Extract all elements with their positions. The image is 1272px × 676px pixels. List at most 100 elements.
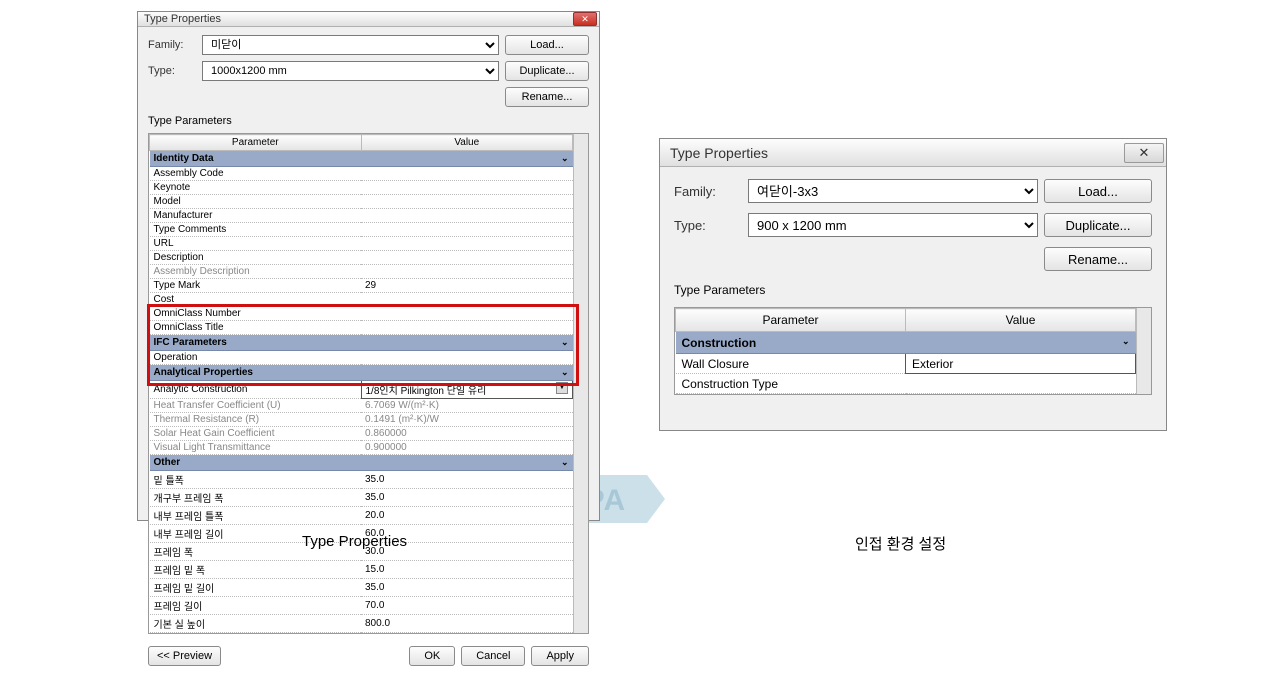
collapse-icon[interactable]: ⌄ <box>1122 336 1130 347</box>
table-row[interactable]: Description <box>150 251 573 265</box>
param-value[interactable] <box>361 293 573 307</box>
param-value[interactable] <box>906 374 1136 394</box>
param-value[interactable] <box>361 167 573 181</box>
group-header[interactable]: Analytical Properties⌄ <box>150 365 573 381</box>
table-row[interactable]: 내부 프레임 틀폭20.0 <box>150 507 573 525</box>
param-value[interactable] <box>361 209 573 223</box>
table-row[interactable]: Manufacturer <box>150 209 573 223</box>
param-name: 프레임 길이 <box>150 597 362 615</box>
type-select[interactable]: 900 x 1200 mm <box>748 213 1038 237</box>
group-construction[interactable]: Construction⌄ <box>676 332 1136 354</box>
table-row[interactable]: 밑 틀폭35.0 <box>150 471 573 489</box>
rename-button[interactable]: Rename... <box>505 87 589 107</box>
table-row[interactable]: Solar Heat Gain Coefficient0.860000 <box>150 427 573 441</box>
table-row[interactable]: Thermal Resistance (R)0.1491 (m²·K)/W <box>150 413 573 427</box>
param-value[interactable]: 15.0 <box>361 561 573 579</box>
table-row[interactable]: Type Mark29 <box>150 279 573 293</box>
table-row[interactable]: Construction Type <box>676 374 1136 394</box>
family-select[interactable]: 여닫이-3x3 <box>748 179 1038 203</box>
parameters-grid[interactable]: Parameter Value Identity Data⌄Assembly C… <box>149 134 573 633</box>
param-value[interactable] <box>361 223 573 237</box>
type-select[interactable]: 1000x1200 mm <box>202 61 499 81</box>
param-value[interactable]: 35.0 <box>361 579 573 597</box>
param-value[interactable] <box>361 321 573 335</box>
load-button[interactable]: Load... <box>505 35 589 55</box>
param-name: Model <box>150 195 362 209</box>
family-select[interactable]: 미닫이 <box>202 35 499 55</box>
col-value[interactable]: Value <box>361 135 573 151</box>
param-name: Heat Transfer Coefficient (U) <box>150 399 362 413</box>
param-value[interactable]: 70.0 <box>361 597 573 615</box>
param-value[interactable]: 0.900000 <box>361 441 573 455</box>
rename-button[interactable]: Rename... <box>1044 247 1152 271</box>
param-value[interactable]: 35.0 <box>361 471 573 489</box>
col-parameter[interactable]: Parameter <box>676 309 906 332</box>
load-button[interactable]: Load... <box>1044 179 1152 203</box>
param-name: Construction Type <box>676 374 906 394</box>
table-row[interactable]: Wall Closure Exterior <box>676 354 1136 374</box>
col-parameter[interactable]: Parameter <box>150 135 362 151</box>
table-row[interactable]: OmniClass Number <box>150 307 573 321</box>
param-value[interactable]: 800.0 <box>361 615 573 633</box>
close-button[interactable]: ✕ <box>573 12 597 26</box>
table-row[interactable]: 프레임 밑 폭15.0 <box>150 561 573 579</box>
duplicate-button[interactable]: Duplicate... <box>1044 213 1152 237</box>
close-button[interactable]: ✕ <box>1124 143 1164 163</box>
table-row[interactable]: Model <box>150 195 573 209</box>
group-header[interactable]: Identity Data⌄ <box>150 151 573 167</box>
group-header[interactable]: IFC Parameters⌄ <box>150 335 573 351</box>
col-value[interactable]: Value <box>906 309 1136 332</box>
table-row[interactable]: Heat Transfer Coefficient (U)6.7069 W/(m… <box>150 399 573 413</box>
param-value[interactable] <box>361 251 573 265</box>
collapse-icon[interactable]: ⌄ <box>561 457 569 468</box>
param-value[interactable]: 29 <box>361 279 573 293</box>
table-row[interactable]: Visual Light Transmittance0.900000 <box>150 441 573 455</box>
param-name: Analytic Construction <box>150 381 362 399</box>
ok-button[interactable]: OK <box>409 646 455 666</box>
table-row[interactable]: 개구부 프레임 폭35.0 <box>150 489 573 507</box>
param-value[interactable]: 0.1491 (m²·K)/W <box>361 413 573 427</box>
param-value[interactable]: 6.7069 W/(m²·K) <box>361 399 573 413</box>
group-header[interactable]: Other⌄ <box>150 455 573 471</box>
table-row[interactable]: Analytic Construction1/8인치 Pilkington 단일… <box>150 381 573 399</box>
param-value[interactable] <box>361 307 573 321</box>
param-value[interactable]: 35.0 <box>361 489 573 507</box>
chevron-down-icon[interactable]: ▼ <box>556 382 568 394</box>
titlebar: Type Properties ✕ <box>660 139 1166 167</box>
table-row[interactable]: URL <box>150 237 573 251</box>
table-row[interactable]: Assembly Description <box>150 265 573 279</box>
cancel-button[interactable]: Cancel <box>461 646 525 666</box>
param-name: 프레임 밑 길이 <box>150 579 362 597</box>
table-row[interactable]: Operation <box>150 351 573 365</box>
preview-button[interactable]: << Preview <box>148 646 221 666</box>
apply-button[interactable]: Apply <box>531 646 589 666</box>
caption-right: 인접 환경 설정 <box>855 533 946 554</box>
table-row[interactable]: OmniClass Title <box>150 321 573 335</box>
table-row[interactable]: 프레임 길이70.0 <box>150 597 573 615</box>
collapse-icon[interactable]: ⌄ <box>561 337 569 348</box>
param-value[interactable] <box>361 265 573 279</box>
table-row[interactable]: Cost <box>150 293 573 307</box>
param-value[interactable] <box>361 351 573 365</box>
param-value[interactable]: 20.0 <box>361 507 573 525</box>
collapse-icon[interactable]: ⌄ <box>561 153 569 164</box>
param-name: URL <box>150 237 362 251</box>
table-row[interactable]: 기본 실 높이800.0 <box>150 615 573 633</box>
grid-scrollbar[interactable] <box>573 134 588 633</box>
parameters-grid[interactable]: Parameter Value Construction⌄ Wall Closu… <box>675 308 1136 394</box>
param-value[interactable] <box>361 195 573 209</box>
table-row[interactable]: 프레임 밑 길이35.0 <box>150 579 573 597</box>
param-name: Assembly Code <box>150 167 362 181</box>
param-value[interactable] <box>361 237 573 251</box>
param-value[interactable] <box>361 181 573 195</box>
grid-scrollbar[interactable] <box>1136 308 1151 394</box>
param-value[interactable]: Exterior <box>906 354 1136 374</box>
table-row[interactable]: Assembly Code <box>150 167 573 181</box>
param-value[interactable]: 1/8인치 Pilkington 단일 유리▼ <box>361 381 573 399</box>
param-value[interactable]: 0.860000 <box>361 427 573 441</box>
collapse-icon[interactable]: ⌄ <box>561 367 569 378</box>
duplicate-button[interactable]: Duplicate... <box>505 61 589 81</box>
table-row[interactable]: Keynote <box>150 181 573 195</box>
table-row[interactable]: Type Comments <box>150 223 573 237</box>
dialog-title: Type Properties <box>670 145 768 161</box>
